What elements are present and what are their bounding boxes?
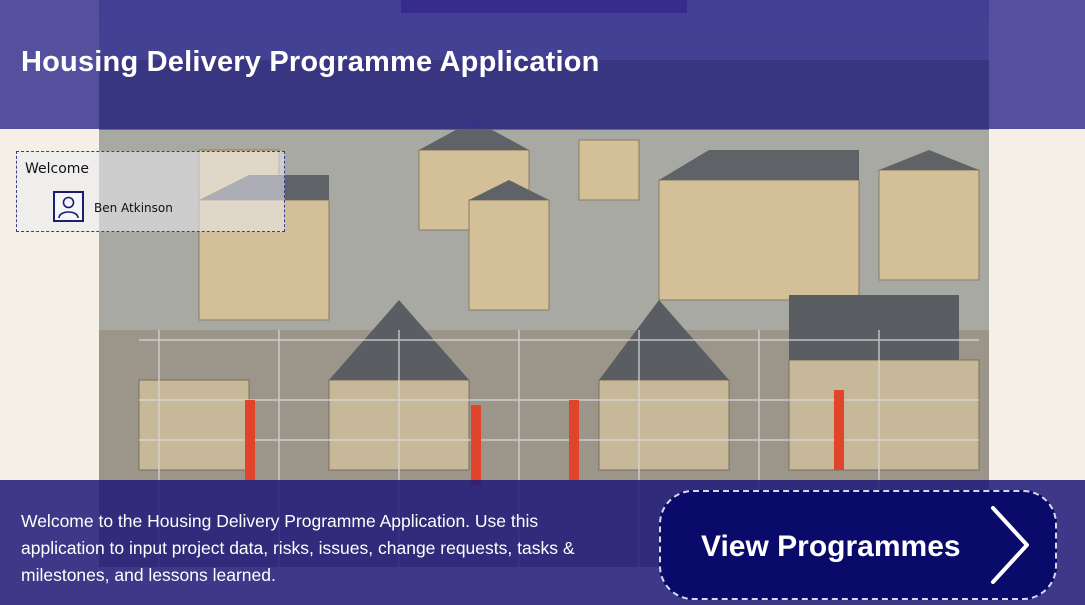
- view-programmes-label: View Programmes: [701, 530, 961, 563]
- welcome-card: Welcome Ben Atkinson: [16, 151, 285, 232]
- page-title: Housing Delivery Programme Application: [21, 46, 600, 78]
- view-programmes-button[interactable]: View Programmes: [659, 490, 1057, 600]
- footer-band: Welcome to the Housing Delivery Programm…: [0, 480, 1085, 605]
- welcome-label: Welcome: [25, 161, 90, 177]
- header-band: Housing Delivery Programme Application: [0, 0, 1085, 129]
- user-icon: [53, 191, 84, 222]
- intro-text: Welcome to the Housing Delivery Programm…: [21, 511, 575, 585]
- user-icon-glyph: [58, 196, 79, 219]
- chevron-right-icon: [991, 506, 1029, 584]
- user-name: Ben Atkinson: [94, 201, 173, 215]
